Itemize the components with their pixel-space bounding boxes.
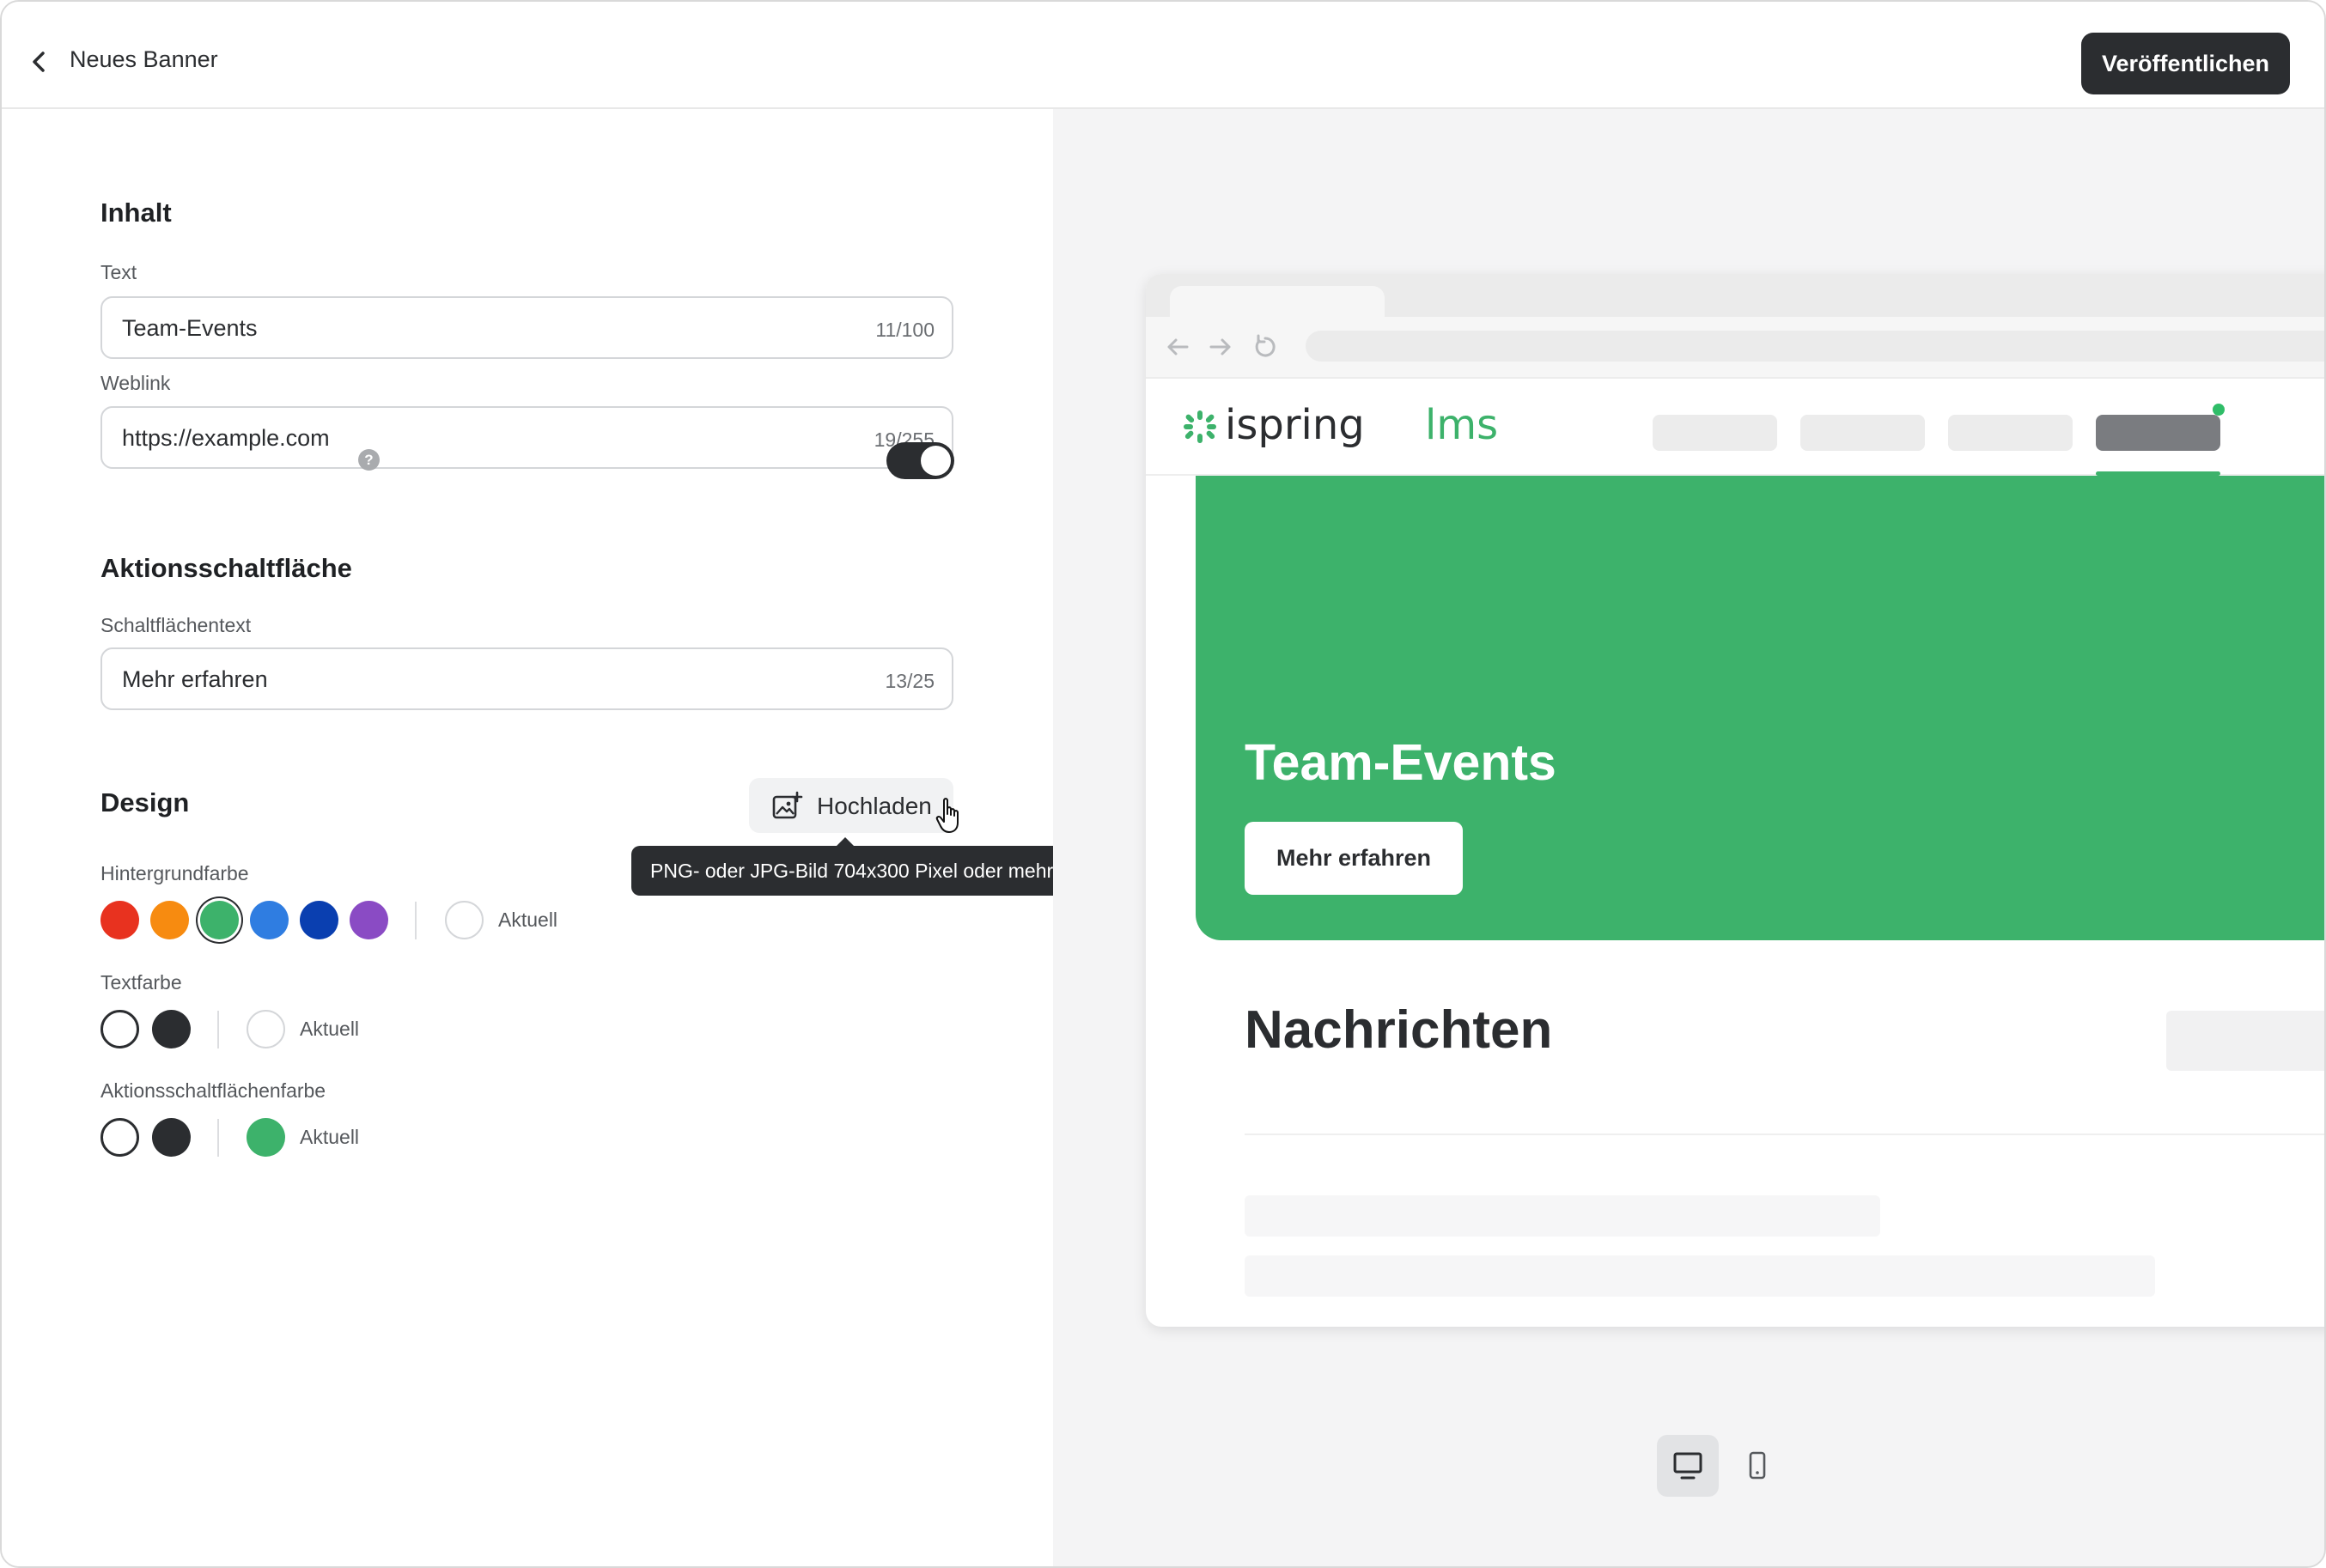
skeleton-line (1245, 1195, 1880, 1237)
upload-tooltip: PNG- oder JPG-Bild 704x300 Pixel oder me… (631, 837, 1073, 896)
banner-action-button: Mehr erfahren (1245, 822, 1463, 895)
publish-button[interactable]: Veröffentlichen (2081, 33, 2290, 94)
image-upload-icon (772, 791, 803, 819)
weblink-field-label: Weblink (100, 372, 171, 394)
toggle-knob (921, 446, 951, 476)
button-text-field[interactable]: Mehr erfahren 13/25 (100, 647, 953, 710)
action-button-toggle[interactable] (886, 442, 954, 479)
news-divider (1245, 1133, 2324, 1135)
text-field[interactable]: Team-Events 11/100 (100, 296, 953, 359)
background-color-label: Hintergrundfarbe (100, 862, 249, 884)
preview-panel: ispring lms Team-Events Mehr erfahren Na… (1053, 109, 2324, 1566)
background-color-swatch-blue[interactable] (250, 901, 289, 939)
current-background-label: Aktuell (498, 909, 558, 931)
weblink-field[interactable]: https://example.com 19/255 (100, 406, 953, 469)
hand-cursor-icon (935, 798, 959, 833)
banner-title: Team-Events (1245, 734, 1556, 791)
divider (217, 1119, 219, 1157)
nav-placeholder (1800, 415, 1925, 451)
button-text-value[interactable]: Mehr erfahren (122, 666, 268, 693)
button-text-label: Schaltflächentext (100, 614, 252, 636)
button-color-white-swatch[interactable] (100, 1118, 139, 1157)
back-arrow-icon[interactable] (26, 45, 52, 79)
background-color-swatch-red[interactable] (100, 901, 139, 939)
news-title: Nachrichten (1245, 1000, 1553, 1060)
weblink-field-value[interactable]: https://example.com (122, 425, 330, 452)
current-text-color-swatch[interactable] (247, 1010, 285, 1048)
background-color-swatch-green[interactable] (200, 901, 239, 939)
upload-button[interactable]: Hochladen (749, 778, 953, 833)
design-section-title: Design (100, 787, 190, 817)
mobile-view-button[interactable] (1726, 1435, 1788, 1497)
text-field-counter: 11/100 (875, 319, 935, 341)
text-field-label: Text (100, 261, 137, 283)
action-section-title: Aktionsschaltfläche (100, 553, 352, 583)
site-header: ispring lms (1146, 379, 2324, 476)
news-placeholder (2166, 1011, 2324, 1071)
current-text-color-label: Aktuell (300, 1018, 360, 1040)
browser-preview: ispring lms Team-Events Mehr erfahren Na… (1146, 274, 2324, 1327)
forward-arrow-icon (1209, 338, 1231, 356)
ispring-logo-icon (1184, 410, 1216, 443)
skeleton-line (1245, 1255, 2155, 1297)
reload-icon (1255, 334, 1276, 357)
help-icon[interactable]: ? (358, 449, 380, 471)
upload-label: Hochladen (817, 793, 932, 819)
browser-tab-bar (1146, 274, 2324, 320)
current-background-swatch[interactable] (445, 901, 484, 939)
text-color-dark-swatch[interactable] (152, 1010, 191, 1048)
text-color-label: Textfarbe (100, 971, 182, 994)
top-bar: Neues Banner Veröffentlichen (2, 2, 2324, 109)
settings-panel: Inhalt Text Team-Events 11/100 Weblink h… (2, 109, 1073, 1566)
current-button-color-swatch[interactable] (247, 1118, 285, 1157)
text-color-white-swatch[interactable] (100, 1010, 139, 1048)
button-color-label: Aktionsschaltflächenfarbe (100, 1079, 326, 1102)
back-arrow-icon (1167, 338, 1189, 356)
url-bar (1306, 331, 2324, 362)
nav-placeholder (1653, 415, 1777, 451)
logo-text-lms: lms (1425, 401, 1499, 449)
background-color-swatch-orange[interactable] (150, 901, 189, 939)
current-button-color-label: Aktuell (300, 1126, 360, 1148)
divider (217, 1011, 219, 1048)
mobile-icon (1749, 1451, 1766, 1480)
app-window: Neues Banner Veröffentlichen Inhalt Text… (0, 0, 2326, 1568)
background-color-swatch-dark-blue[interactable] (300, 901, 338, 939)
background-color-swatch-purple[interactable] (350, 901, 388, 939)
nav-placeholder (1948, 415, 2073, 451)
browser-tab (1170, 286, 1385, 320)
page-title: Neues Banner (70, 46, 218, 72)
desktop-icon (1673, 1452, 1702, 1480)
desktop-view-button[interactable] (1657, 1435, 1719, 1497)
browser-address-bar (1146, 317, 2324, 379)
nav-placeholder-active (2096, 415, 2220, 451)
content-section-title: Inhalt (100, 198, 172, 228)
logo-text: ispring (1225, 401, 1365, 449)
banner-preview: Team-Events Mehr erfahren (1196, 476, 2324, 940)
text-field-value[interactable]: Team-Events (122, 315, 258, 342)
button-color-dark-swatch[interactable] (152, 1118, 191, 1157)
button-text-counter: 13/25 (885, 670, 935, 692)
notification-dot (2213, 404, 2225, 416)
upload-tooltip-text: PNG- oder JPG-Bild 704x300 Pixel oder me… (650, 860, 1058, 882)
divider (415, 902, 417, 939)
